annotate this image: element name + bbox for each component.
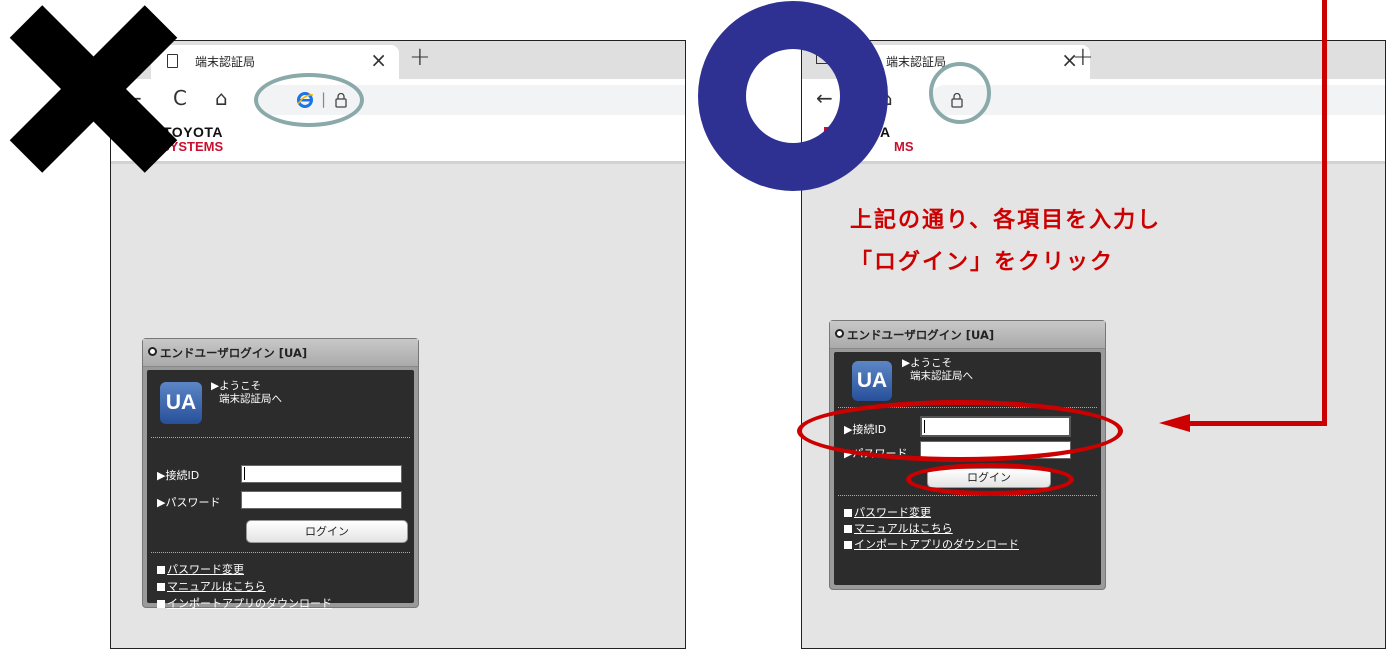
password-change-link[interactable]: パスワード変更: [157, 561, 244, 577]
browser-toolbar: ← ⌂: [802, 79, 1385, 122]
new-tab-button[interactable]: +: [409, 42, 431, 72]
text-cursor: [244, 467, 245, 480]
arrow-head-icon: [1159, 414, 1190, 432]
welcome-line2: 端末認証局へ: [910, 370, 973, 382]
fields-highlight-oval: [797, 400, 1123, 462]
ua-logo: UA: [852, 361, 892, 401]
link-bullet-icon: [844, 541, 852, 549]
browser-tab[interactable]: 端末認証局 ×: [151, 45, 399, 79]
welcome-line1: ▶ようこそ: [902, 357, 953, 369]
address-highlight-circle: [929, 62, 991, 124]
login-header: エンドユーザログイン [UA]: [830, 321, 1105, 349]
login-title: エンドユーザログイン [UA]: [847, 328, 995, 342]
login-widget: エンドユーザログイン [UA] UA ▶ようこそ 端末認証局へ ▶接続ID ▶パ…: [142, 338, 419, 610]
link-bullet-icon: [844, 525, 852, 533]
instruction-line2: 「ログイン」をクリック: [850, 250, 1115, 275]
pointer-line-horizontal: [1190, 421, 1327, 426]
pointer-line-vertical: [1322, 0, 1327, 426]
site-header: TOYOTA SYSTEMS: [111, 121, 685, 164]
instruction-line1: 上記の通り、各項目を入力し: [850, 208, 1162, 233]
new-tab-button[interactable]: +: [1072, 42, 1094, 72]
tab-close-button[interactable]: ×: [370, 48, 387, 72]
import-app-download-link[interactable]: インポートアプリのダウンロード: [157, 595, 332, 611]
password-field[interactable]: [241, 491, 402, 509]
login-button[interactable]: ログイン: [246, 520, 408, 543]
welcome-text: ▶ようこそ 端末認証局へ: [902, 357, 973, 383]
address-highlight-oval: [254, 73, 364, 127]
password-change-link[interactable]: パスワード変更: [844, 504, 931, 520]
incorrect-x-icon: [6, 4, 181, 176]
id-field[interactable]: [241, 465, 402, 483]
login-button-highlight-oval: [906, 463, 1074, 496]
link-bullet-icon: [844, 509, 852, 517]
tab-title: 端末認証局: [195, 55, 256, 69]
login-header: エンドユーザログイン [UA]: [143, 339, 418, 367]
brand-name-line2: MS: [894, 139, 914, 154]
browser-toolbar: ← C ⌂ |: [111, 79, 685, 122]
tab-title: 端末認証局: [886, 55, 947, 69]
welcome-text: ▶ようこそ 端末認証局へ: [211, 380, 282, 406]
manual-link[interactable]: マニュアルはこちら: [157, 578, 266, 594]
link-bullet-icon: [157, 566, 165, 574]
bullet-icon: [148, 347, 157, 356]
welcome-line1: ▶ようこそ: [211, 380, 262, 392]
link-bullet-icon: [157, 600, 165, 608]
site-header: TA MS: [802, 121, 1385, 164]
password-label: ▶パスワード: [157, 496, 221, 509]
divider: [151, 437, 410, 438]
divider: [151, 552, 410, 553]
ua-logo: UA: [160, 382, 202, 424]
login-body: UA ▶ようこそ 端末認証局へ ▶接続ID ▶パスワード ログイン パスワード変…: [147, 370, 414, 610]
link-bullet-icon: [157, 583, 165, 591]
address-bar[interactable]: [930, 85, 1385, 115]
id-label: ▶接続ID: [157, 469, 200, 482]
login-title: エンドユーザログイン [UA]: [160, 346, 308, 360]
manual-link[interactable]: マニュアルはこちら: [844, 520, 953, 536]
welcome-line2: 端末認証局へ: [219, 393, 282, 405]
import-app-download-link[interactable]: インポートアプリのダウンロード: [844, 536, 1019, 552]
tab-bar: 端末認証局 × +: [802, 41, 1385, 79]
correct-circle-icon: [698, 1, 888, 191]
bullet-icon: [835, 329, 844, 338]
tab-bar: 端末認証局 × +: [111, 41, 685, 79]
home-button[interactable]: ⌂: [215, 86, 228, 110]
